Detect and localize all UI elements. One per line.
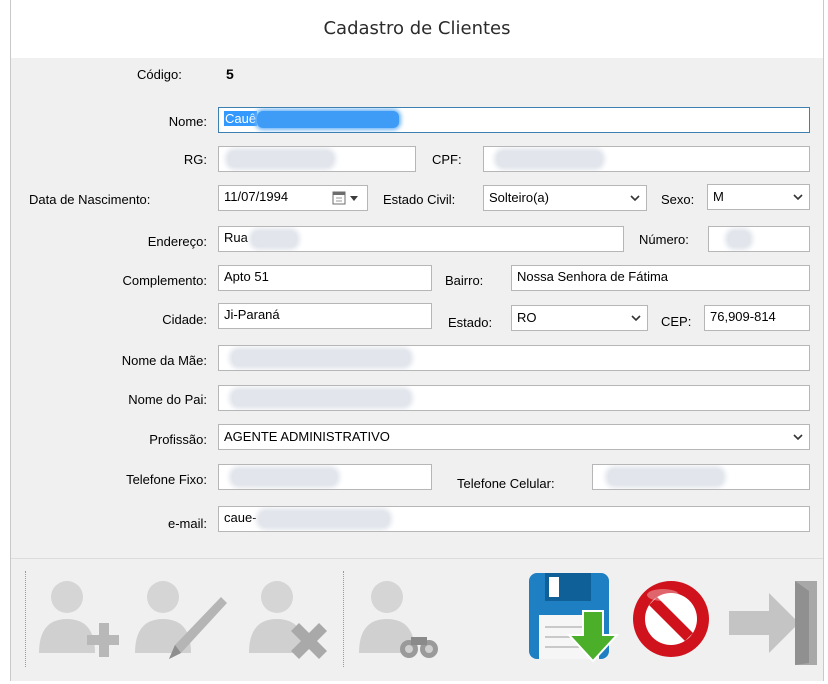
nome-mae-input[interactable] bbox=[218, 345, 810, 371]
endereco-input[interactable]: Rua bbox=[218, 226, 624, 252]
email-redacted bbox=[258, 510, 389, 527]
nome-pai-label: Nome do Pai: bbox=[128, 392, 207, 407]
search-client-button[interactable] bbox=[351, 567, 441, 669]
user-search-icon bbox=[359, 581, 438, 658]
codigo-label: Código: bbox=[137, 67, 182, 82]
nome-mae-label: Nome da Mãe: bbox=[121, 353, 207, 368]
endereco-redacted bbox=[251, 230, 297, 247]
toolbar-separator bbox=[343, 571, 345, 667]
nome-mae-redacted bbox=[232, 349, 410, 366]
email-label: e-mail: bbox=[167, 516, 207, 531]
user-delete-icon bbox=[249, 581, 327, 659]
rg-redacted bbox=[228, 150, 333, 167]
telefone-fixo-input[interactable] bbox=[218, 464, 432, 490]
exit-icon bbox=[729, 581, 817, 665]
nascimento-label: Data de Nascimento: bbox=[29, 192, 151, 207]
sexo-label: Sexo: bbox=[661, 192, 695, 207]
cpf-redacted bbox=[497, 150, 602, 167]
nascimento-datepicker[interactable]: 11/07/1994 bbox=[218, 185, 368, 211]
delete-client-button[interactable] bbox=[239, 567, 329, 669]
cep-label: CEP: bbox=[661, 314, 692, 329]
user-edit-icon bbox=[135, 581, 227, 659]
nome-pai-input[interactable] bbox=[218, 385, 810, 411]
telefone-fixo-label: Telefone Fixo: bbox=[126, 472, 207, 487]
chevron-down-icon bbox=[631, 315, 641, 322]
bairro-input[interactable]: Nossa Senhora de Fátima bbox=[511, 265, 810, 291]
window-title: Cadastro de Clientes bbox=[323, 18, 511, 39]
client-registration-window: Cadastro de Clientes Código: 5 Nome: Cau… bbox=[10, 0, 824, 681]
telefone-celular-label: Telefone Celular: bbox=[457, 476, 555, 491]
user-add-icon bbox=[39, 581, 121, 657]
numero-redacted bbox=[728, 230, 750, 247]
email-input[interactable]: caue- bbox=[218, 506, 810, 532]
sexo-select[interactable]: M bbox=[707, 184, 810, 210]
estado-civil-label: Estado Civil: bbox=[383, 192, 456, 207]
cancel-icon bbox=[633, 581, 709, 657]
endereco-label: Endereço: bbox=[147, 234, 207, 249]
chevron-down-icon bbox=[793, 194, 803, 201]
chevron-down-icon bbox=[630, 195, 640, 202]
complemento-value: Apto 51 bbox=[224, 269, 269, 284]
cidade-value: Ji-Paraná bbox=[224, 307, 280, 322]
cpf-label: CPF: bbox=[432, 152, 462, 167]
cep-input[interactable]: 76,909-814 bbox=[704, 305, 810, 331]
toolbar-separator bbox=[25, 571, 27, 667]
numero-label: Número: bbox=[639, 232, 689, 247]
estado-civil-value: Solteiro(a) bbox=[489, 190, 549, 205]
save-button[interactable] bbox=[525, 567, 620, 669]
nome-value: Cauê bbox=[224, 111, 258, 126]
estado-value: RO bbox=[517, 310, 537, 325]
sexo-value: M bbox=[713, 189, 724, 204]
estado-select[interactable]: RO bbox=[511, 305, 648, 331]
telefone-celular-input[interactable] bbox=[592, 464, 810, 490]
bairro-label: Bairro: bbox=[445, 273, 484, 288]
telefone-fixo-redacted bbox=[232, 468, 337, 485]
add-client-button[interactable] bbox=[29, 567, 121, 669]
nome-label: Nome: bbox=[168, 114, 207, 129]
chevron-down-icon bbox=[793, 434, 803, 441]
exit-button[interactable] bbox=[725, 567, 817, 669]
nome-redacted bbox=[257, 111, 400, 129]
cep-value: 76,909-814 bbox=[710, 309, 776, 324]
codigo-value: 5 bbox=[226, 66, 234, 82]
edit-client-button[interactable] bbox=[129, 567, 227, 669]
endereco-value: Rua bbox=[224, 230, 248, 245]
complemento-input[interactable]: Apto 51 bbox=[218, 265, 432, 291]
email-value: caue- bbox=[224, 510, 257, 525]
nascimento-value: 11/07/1994 bbox=[224, 189, 289, 204]
rg-label: RG: bbox=[183, 152, 207, 167]
telefone-celular-redacted bbox=[608, 468, 723, 485]
action-toolbar bbox=[11, 558, 823, 681]
cancel-button[interactable] bbox=[627, 567, 717, 669]
cidade-input[interactable]: Ji-Paraná bbox=[218, 303, 432, 329]
bairro-value: Nossa Senhora de Fátima bbox=[517, 269, 669, 284]
rg-input[interactable] bbox=[218, 146, 416, 172]
save-icon bbox=[529, 573, 620, 663]
profissao-select[interactable]: AGENTE ADMINISTRATIVO bbox=[218, 424, 810, 450]
title-bar: Cadastro de Clientes bbox=[11, 0, 823, 58]
profissao-label: Profissão: bbox=[149, 432, 207, 447]
complemento-label: Complemento: bbox=[122, 273, 207, 288]
estado-label: Estado: bbox=[448, 315, 493, 330]
cpf-input[interactable] bbox=[483, 146, 810, 172]
calendar-dropdown-icon[interactable] bbox=[332, 191, 362, 205]
nome-pai-redacted bbox=[232, 389, 410, 406]
estado-civil-select[interactable]: Solteiro(a) bbox=[483, 185, 647, 211]
numero-input[interactable] bbox=[708, 226, 810, 252]
nome-input[interactable]: Cauê bbox=[218, 107, 810, 133]
cidade-label: Cidade: bbox=[162, 312, 207, 327]
profissao-value: AGENTE ADMINISTRATIVO bbox=[224, 429, 390, 444]
